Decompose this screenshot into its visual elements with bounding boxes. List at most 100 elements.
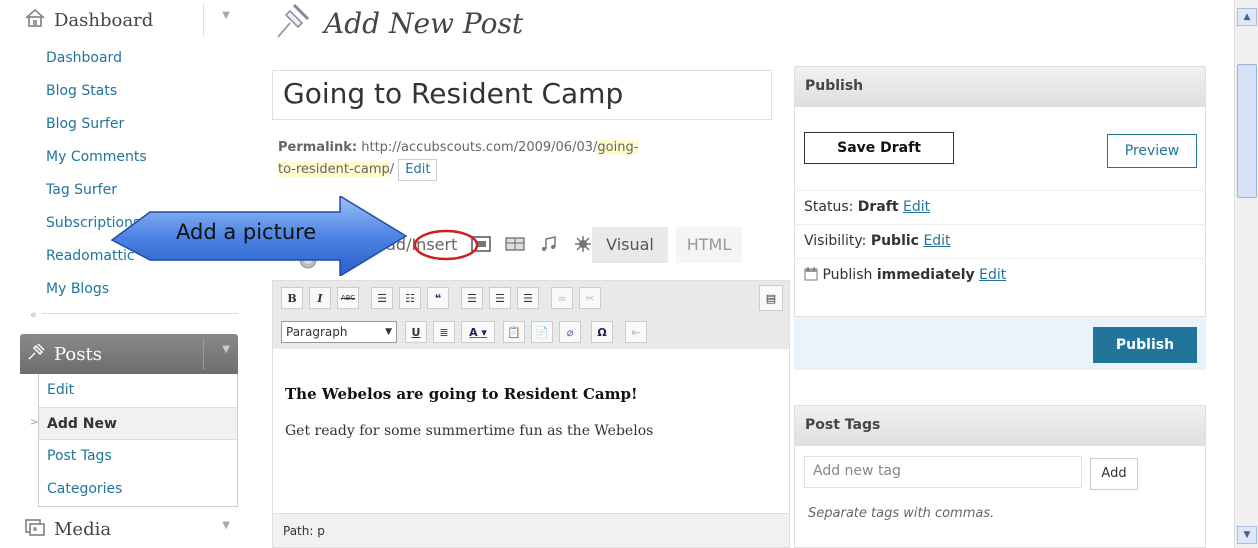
remove-format-icon[interactable]: ⌀ — [559, 321, 581, 343]
add-media-icon[interactable] — [573, 236, 593, 252]
chevron-down-icon[interactable]: ▼ — [222, 344, 230, 355]
tag-hint: Separate tags with commas. — [808, 506, 995, 521]
media-icon — [24, 517, 46, 541]
tag-input[interactable]: Add new tag — [804, 456, 1082, 488]
text-color-icon[interactable]: A ▾ — [461, 321, 495, 343]
sidebar-item-categories[interactable]: Categories — [39, 473, 237, 506]
align-center-icon[interactable]: ☰ — [489, 287, 511, 309]
schedule-label: Publish — [822, 267, 873, 283]
bold-icon[interactable]: B — [281, 287, 303, 309]
collapse-menu-icon[interactable]: « — [30, 308, 37, 321]
sidebar-item-my-comments[interactable]: My Comments — [38, 141, 238, 174]
menu-dashboard[interactable]: Dashboard ▼ — [20, 0, 238, 40]
visibility-edit-link[interactable]: Edit — [923, 233, 950, 249]
editor-path-bar: Path: p — [273, 513, 789, 547]
status-label: Status: — [804, 199, 854, 215]
menu-dashboard-label: Dashboard — [54, 9, 154, 31]
schedule-row: Publish immediately Edit — [794, 258, 1206, 292]
highlight-circle — [413, 229, 479, 261]
unlink-icon[interactable]: ✂ — [579, 287, 601, 309]
status-edit-link[interactable]: Edit — [903, 199, 930, 215]
current-item-marker-icon: > — [30, 417, 39, 428]
align-right-icon[interactable]: ☰ — [517, 287, 539, 309]
posts-submenu: Edit Add New Post Tags Categories — [38, 374, 238, 507]
bullet-list-icon[interactable]: ☰ — [371, 287, 393, 309]
pushpin-icon — [26, 342, 46, 366]
chevron-down-icon[interactable]: ▼ — [222, 520, 230, 531]
permalink-slug[interactable]: going- — [597, 140, 639, 155]
dashboard-icon — [24, 8, 46, 32]
link-icon[interactable]: ∞ — [551, 287, 573, 309]
permalink-label: Permalink: — [278, 140, 358, 155]
preview-button[interactable]: Preview — [1107, 134, 1197, 168]
menu-media-label: Media — [54, 518, 112, 540]
editor-content[interactable]: The Webelos are going to Resident Camp! … — [285, 385, 775, 439]
menu-media[interactable]: Media ▼ — [20, 510, 238, 548]
calendar-icon — [804, 267, 822, 283]
align-left-icon[interactable]: ☰ — [461, 287, 483, 309]
menu-divider — [42, 313, 238, 314]
paste-word-icon[interactable]: 📄 — [531, 321, 553, 343]
permalink: Permalink: http://accubscouts.com/2009/0… — [278, 137, 788, 181]
page-title-text: Add New Post — [324, 6, 524, 40]
sidebar-item-post-tags[interactable]: Post Tags — [39, 440, 237, 473]
underline-icon[interactable]: U — [405, 321, 427, 343]
sidebar-item-blog-stats[interactable]: Blog Stats — [38, 75, 238, 108]
add-audio-icon[interactable] — [539, 236, 559, 252]
editor-toolbar-row-1: B I ABC ☰ ☷ ❝ ☰ ☰ ☰ ∞ ✂ ▤ — [273, 281, 789, 315]
permalink-slug-cont[interactable]: to-resident-camp — [278, 162, 390, 177]
scroll-down-icon[interactable]: ▼ — [1237, 526, 1257, 544]
post-tags-title: Post Tags — [795, 406, 1205, 446]
visibility-label: Visibility: — [804, 233, 867, 249]
publish-button[interactable]: Publish — [1093, 327, 1197, 363]
menu-posts[interactable]: Posts ▼ — [20, 334, 238, 374]
sidebar-item-blog-surfer[interactable]: Blog Surfer — [38, 108, 238, 141]
editor-toolbar-row-2: Paragraph ▼ U ≣ A ▾ 📋 📄 ⌀ Ω ⇤ — [273, 315, 789, 349]
scroll-up-icon[interactable]: ▲ — [1237, 8, 1257, 26]
post-editor: B I ABC ☰ ☷ ❝ ☰ ☰ ☰ ∞ ✂ ▤ Paragraph ▼ U … — [272, 280, 790, 548]
blockquote-icon[interactable]: ❝ — [427, 287, 449, 309]
add-tag-button[interactable]: Add — [1090, 458, 1138, 490]
sidebar-item-dashboard[interactable]: Dashboard — [38, 42, 238, 75]
justify-icon[interactable]: ≣ — [433, 321, 455, 343]
editor-heading: The Webelos are going to Resident Camp! — [285, 385, 638, 403]
strikethrough-icon[interactable]: ABC — [337, 287, 359, 309]
numbered-list-icon[interactable]: ☷ — [399, 287, 421, 309]
tab-visual[interactable]: Visual — [592, 227, 668, 263]
add-video-icon[interactable] — [505, 236, 525, 252]
visibility-value: Public — [870, 233, 919, 249]
format-select[interactable]: Paragraph ▼ — [281, 321, 397, 343]
sidebar-item-add-new[interactable]: Add New — [39, 407, 237, 440]
save-draft-button[interactable]: Save Draft — [804, 132, 954, 164]
editor-paragraph: Get ready for some summertime fun as the… — [285, 423, 654, 439]
post-title-input[interactable]: Going to Resident Camp — [272, 70, 772, 120]
format-select-value: Paragraph — [286, 325, 348, 339]
status-value: Draft — [857, 199, 899, 215]
schedule-value: immediately — [876, 267, 975, 283]
schedule-edit-link[interactable]: Edit — [979, 267, 1006, 283]
publish-box-title: Publish — [795, 67, 1205, 107]
special-character-icon[interactable]: Ω — [591, 321, 613, 343]
permalink-edit-button[interactable]: Edit — [398, 159, 438, 181]
paste-text-icon[interactable]: 📋 — [503, 321, 525, 343]
scrollbar[interactable]: ▲ ▼ — [1234, 0, 1258, 548]
tab-html[interactable]: HTML — [676, 227, 742, 263]
scrollbar-thumb[interactable] — [1237, 64, 1257, 198]
chevron-down-icon[interactable]: ▼ — [222, 10, 230, 21]
permalink-base: http://accubscouts.com/2009/06/03/ — [361, 140, 598, 155]
pushpin-icon — [272, 1, 312, 45]
more-tag-icon[interactable]: ▤ — [759, 285, 783, 311]
permalink-tail: / — [389, 162, 395, 177]
sidebar-item-edit[interactable]: Edit — [39, 374, 237, 407]
post-status-row: Status: Draft Edit — [794, 190, 1206, 224]
italic-icon[interactable]: I — [309, 287, 331, 309]
menu-separator — [203, 4, 204, 36]
chevron-down-icon: ▼ — [385, 327, 392, 337]
visibility-row: Visibility: Public Edit — [794, 224, 1206, 258]
menu-separator — [203, 338, 204, 370]
sidebar-item-my-blogs[interactable]: My Blogs — [38, 273, 238, 306]
menu-posts-label: Posts — [54, 343, 102, 365]
outdent-icon[interactable]: ⇤ — [625, 321, 647, 343]
callout-text: Add a picture — [176, 220, 317, 244]
page-title: Add New Post — [272, 0, 523, 46]
